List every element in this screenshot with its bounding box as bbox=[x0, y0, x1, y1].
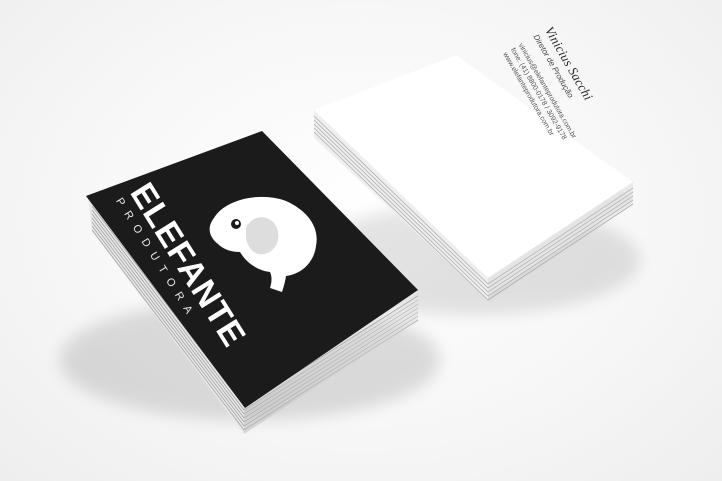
business-card-scene: ELEFANTE PRODUTORA Vinicius Sacchi Diret… bbox=[0, 0, 722, 481]
